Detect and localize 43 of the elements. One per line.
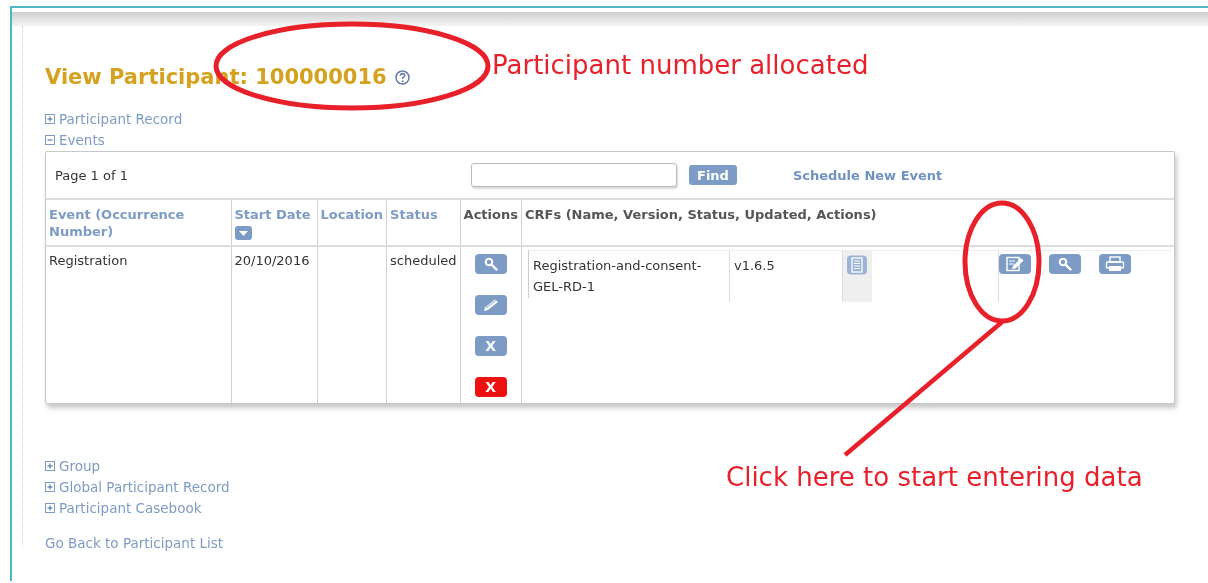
view-button[interactable] xyxy=(1049,253,1081,274)
table-cell: Registration xyxy=(49,252,128,268)
enter-data-button[interactable] xyxy=(999,253,1031,274)
view-button[interactable] xyxy=(474,253,507,274)
search-icon xyxy=(1058,256,1072,271)
sort-icon[interactable] xyxy=(234,225,252,240)
column-header: Actions xyxy=(463,207,518,224)
expand-icon[interactable] xyxy=(45,503,55,514)
crf-name: Registration-and-consent-GEL-RD-1 xyxy=(531,256,703,296)
column-header[interactable]: Event (Occurrence Number) xyxy=(49,207,228,241)
delete-button[interactable]: X xyxy=(474,376,507,397)
edit-button[interactable] xyxy=(474,294,507,315)
table-cell: 20/10/2016 xyxy=(234,252,310,268)
help-icon[interactable] xyxy=(394,69,410,85)
annotation-text: Click here to start entering data xyxy=(726,462,1143,492)
expand-icon[interactable] xyxy=(45,482,55,493)
document-pencil-icon xyxy=(1005,255,1025,272)
printer-icon xyxy=(1105,255,1125,272)
section-link[interactable]: Events xyxy=(59,131,105,148)
crf-version: v1.6.5 xyxy=(728,250,842,303)
remove-button[interactable]: X xyxy=(474,335,507,356)
expand-icon[interactable] xyxy=(45,113,55,124)
print-button[interactable] xyxy=(1099,253,1131,274)
search-field[interactable] xyxy=(471,163,677,187)
column-header[interactable]: Status xyxy=(390,207,457,224)
column-header: CRFs (Name, Version, Status, Updated, Actions) xyxy=(524,207,878,224)
back-link[interactable]: Go Back to Participant List xyxy=(45,534,1208,551)
section-link[interactable]: Global Participant Record xyxy=(59,479,230,496)
page-indicator: Page 1 of 1 xyxy=(55,167,129,183)
schedule-link[interactable]: Schedule New Event xyxy=(792,167,943,183)
document-icon xyxy=(846,254,869,275)
search-icon xyxy=(483,256,498,271)
find-button[interactable]: Find xyxy=(689,165,737,185)
expand-icon[interactable] xyxy=(45,461,55,472)
section-link[interactable]: Group xyxy=(59,458,101,475)
column-header[interactable]: Location xyxy=(320,207,384,224)
pencil-icon xyxy=(481,297,500,312)
table-cell: scheduled xyxy=(390,252,457,268)
section-link[interactable]: Participant Record xyxy=(59,110,183,127)
column-header[interactable]: Start Date xyxy=(234,207,314,240)
section-link[interactable]: Participant Casebook xyxy=(59,500,202,517)
collapse-icon[interactable] xyxy=(45,134,55,145)
annotation-text: Participant number allocated xyxy=(492,50,869,80)
